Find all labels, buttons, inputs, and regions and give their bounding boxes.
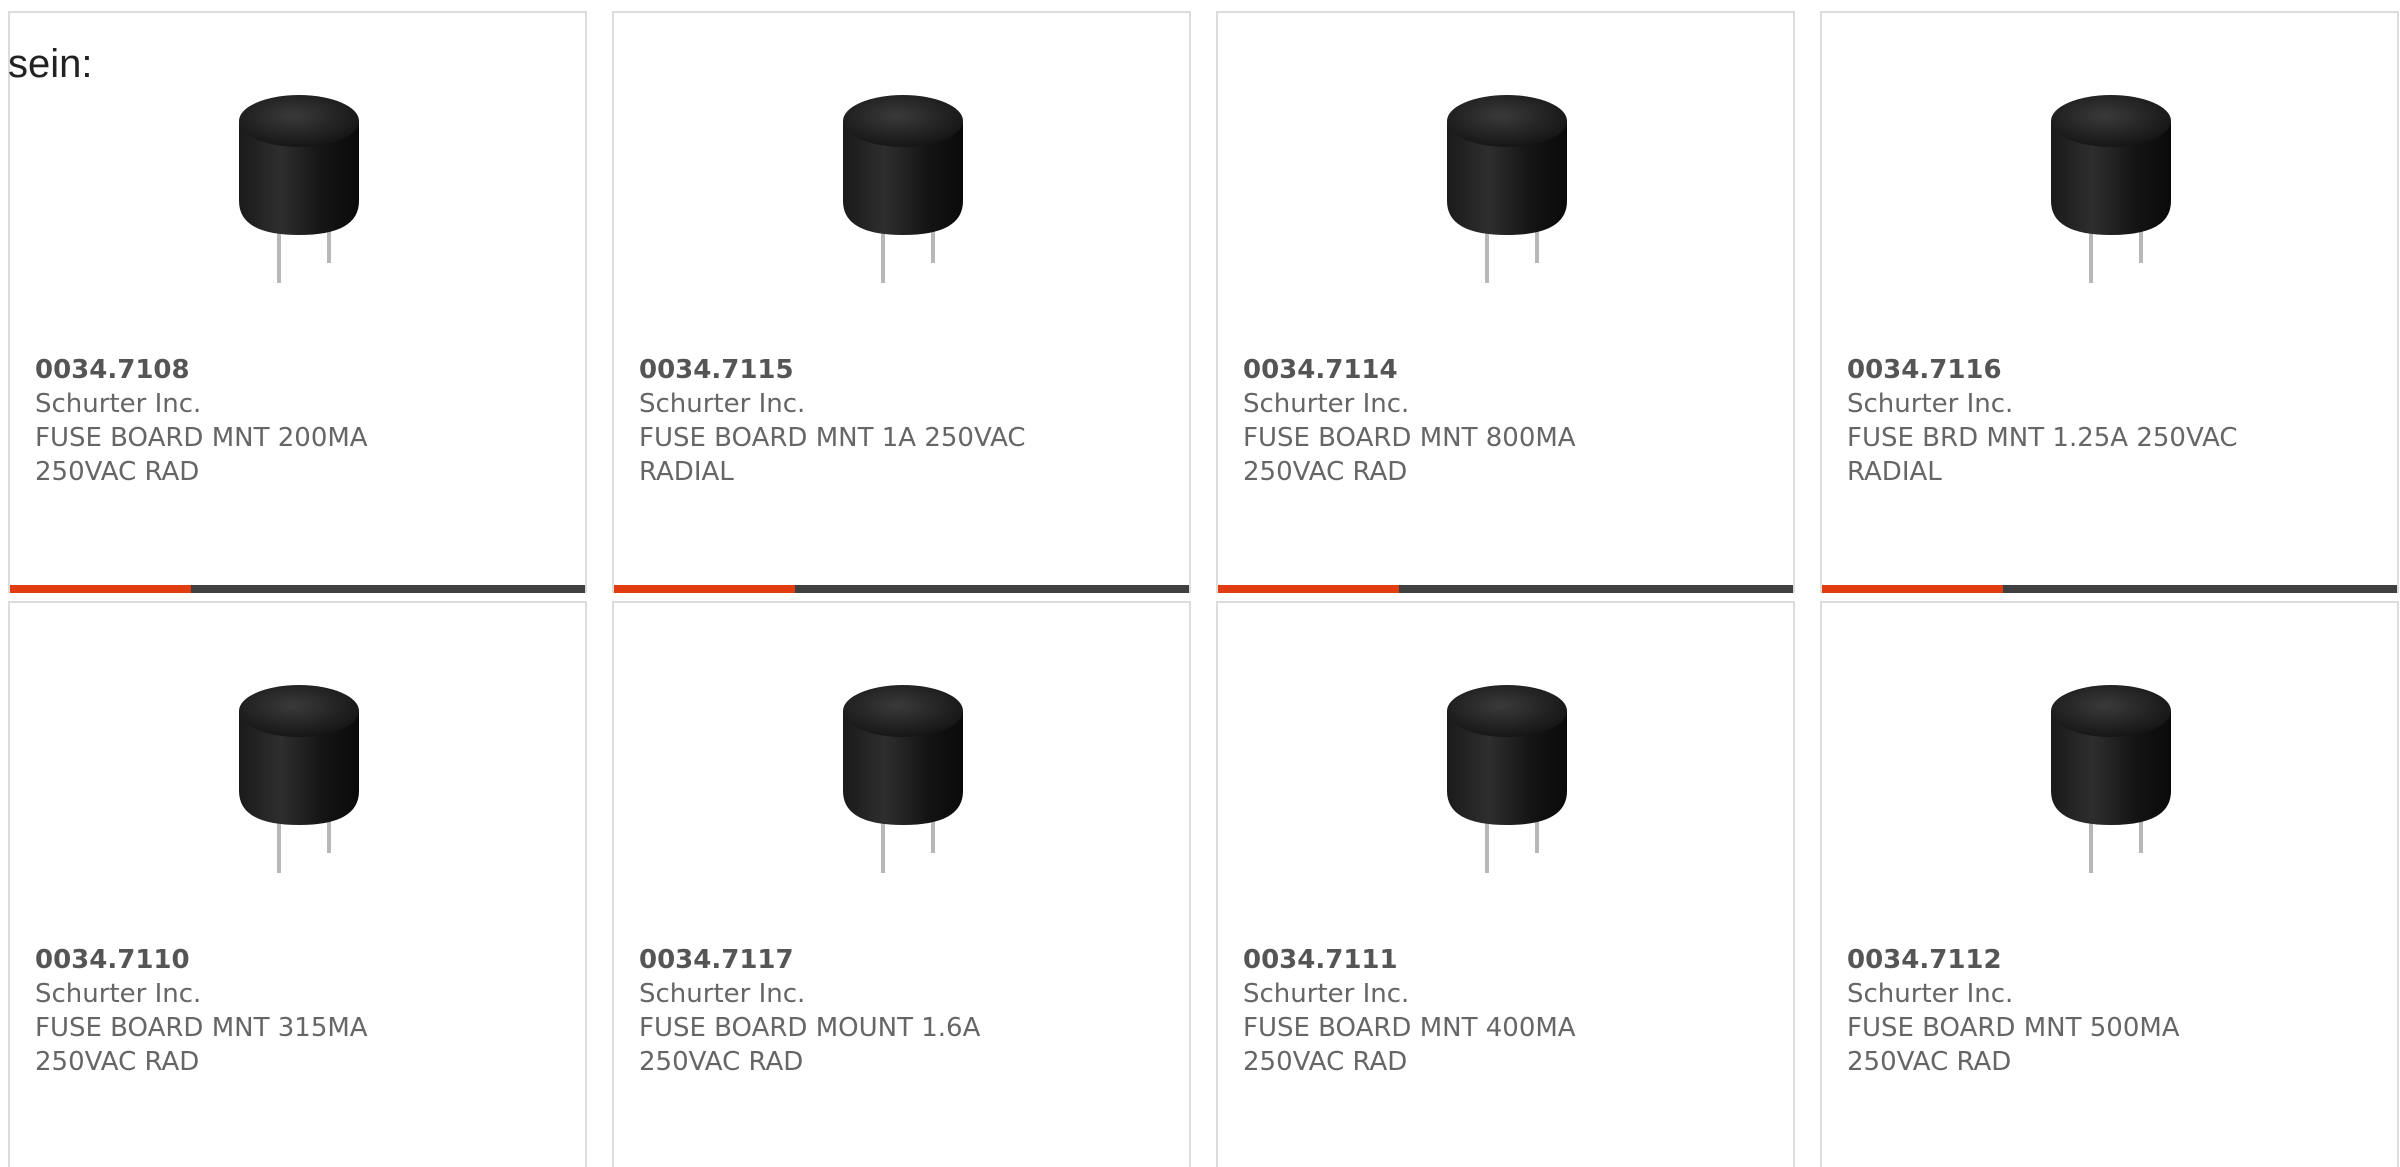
product-info: 0034.7115 Schurter Inc. FUSE BOARD MNT 1…: [639, 353, 1059, 489]
product-grid: 0034.7108 Schurter Inc. FUSE BOARD MNT 2…: [8, 11, 2399, 1167]
product-description: FUSE BOARD MOUNT 1.6A 250VAC RAD: [639, 1013, 981, 1077]
radial-fuse-icon: [1447, 95, 1567, 283]
part-number-link[interactable]: 0034.7115: [639, 353, 1059, 387]
product-description: FUSE BOARD MNT 1A 250VAC RADIAL: [639, 423, 1026, 487]
part-number-link[interactable]: 0034.7112: [1847, 943, 2267, 977]
product-card[interactable]: 0034.7114 Schurter Inc. FUSE BOARD MNT 8…: [1216, 11, 1795, 593]
product-description: FUSE BOARD MNT 315MA 250VAC RAD: [35, 1013, 368, 1077]
product-info: 0034.7117 Schurter Inc. FUSE BOARD MOUNT…: [639, 943, 1059, 1079]
card-footer-accent: [10, 585, 192, 593]
product-description: FUSE BOARD MNT 200MA 250VAC RAD: [35, 423, 368, 487]
card-footer-bar: [10, 585, 585, 593]
radial-fuse-image[interactable]: [1405, 673, 1610, 883]
product-card[interactable]: 0034.7112 Schurter Inc. FUSE BOARD MNT 5…: [1820, 601, 2399, 1167]
product-listing-page: sein: 0034.7108 Schurter Inc. FUSE BOARD…: [0, 0, 2400, 1167]
radial-fuse-icon: [2051, 95, 2171, 283]
product-info: 0034.7116 Schurter Inc. FUSE BRD MNT 1.2…: [1847, 353, 2267, 489]
radial-fuse-icon: [1447, 685, 1567, 873]
product-info: 0034.7110 Schurter Inc. FUSE BOARD MNT 3…: [35, 943, 455, 1079]
manufacturer-label: Schurter Inc.: [1243, 979, 1410, 1009]
card-footer-accent: [1218, 585, 1400, 593]
part-number-link[interactable]: 0034.7116: [1847, 353, 2267, 387]
card-footer-bar: [1218, 585, 1793, 593]
product-description: FUSE BOARD MNT 800MA 250VAC RAD: [1243, 423, 1576, 487]
radial-fuse-image[interactable]: [197, 673, 402, 883]
card-footer-accent: [1822, 585, 2004, 593]
radial-fuse-icon: [239, 685, 359, 873]
part-number-link[interactable]: 0034.7110: [35, 943, 455, 977]
product-card[interactable]: 0034.7117 Schurter Inc. FUSE BOARD MOUNT…: [612, 601, 1191, 1167]
product-info: 0034.7112 Schurter Inc. FUSE BOARD MNT 5…: [1847, 943, 2267, 1079]
product-info: 0034.7114 Schurter Inc. FUSE BOARD MNT 8…: [1243, 353, 1663, 489]
manufacturer-label: Schurter Inc.: [1847, 979, 2014, 1009]
radial-fuse-icon: [2051, 685, 2171, 873]
manufacturer-label: Schurter Inc.: [639, 389, 806, 419]
product-description: FUSE BOARD MNT 400MA 250VAC RAD: [1243, 1013, 1576, 1077]
radial-fuse-icon: [239, 95, 359, 283]
product-info: 0034.7108 Schurter Inc. FUSE BOARD MNT 2…: [35, 353, 455, 489]
product-card[interactable]: 0034.7110 Schurter Inc. FUSE BOARD MNT 3…: [8, 601, 587, 1167]
intro-text: sein:: [8, 42, 93, 86]
radial-fuse-image[interactable]: [2009, 83, 2214, 293]
manufacturer-label: Schurter Inc.: [1243, 389, 1410, 419]
product-info: 0034.7111 Schurter Inc. FUSE BOARD MNT 4…: [1243, 943, 1663, 1079]
product-card[interactable]: 0034.7116 Schurter Inc. FUSE BRD MNT 1.2…: [1820, 11, 2399, 593]
radial-fuse-image[interactable]: [801, 673, 1006, 883]
manufacturer-label: Schurter Inc.: [35, 389, 202, 419]
product-card[interactable]: 0034.7108 Schurter Inc. FUSE BOARD MNT 2…: [8, 11, 587, 593]
radial-fuse-image[interactable]: [2009, 673, 2214, 883]
radial-fuse-icon: [843, 685, 963, 873]
manufacturer-label: Schurter Inc.: [639, 979, 806, 1009]
card-footer-accent: [614, 585, 796, 593]
product-card[interactable]: 0034.7115 Schurter Inc. FUSE BOARD MNT 1…: [612, 11, 1191, 593]
product-description: FUSE BOARD MNT 500MA 250VAC RAD: [1847, 1013, 2180, 1077]
part-number-link[interactable]: 0034.7114: [1243, 353, 1663, 387]
manufacturer-label: Schurter Inc.: [1847, 389, 2014, 419]
radial-fuse-icon: [843, 95, 963, 283]
radial-fuse-image[interactable]: [197, 83, 402, 293]
radial-fuse-image[interactable]: [801, 83, 1006, 293]
part-number-link[interactable]: 0034.7117: [639, 943, 1059, 977]
part-number-link[interactable]: 0034.7111: [1243, 943, 1663, 977]
manufacturer-label: Schurter Inc.: [35, 979, 202, 1009]
part-number-link[interactable]: 0034.7108: [35, 353, 455, 387]
product-card[interactable]: 0034.7111 Schurter Inc. FUSE BOARD MNT 4…: [1216, 601, 1795, 1167]
card-footer-bar: [614, 585, 1189, 593]
card-footer-bar: [1822, 585, 2397, 593]
product-description: FUSE BRD MNT 1.25A 250VAC RADIAL: [1847, 423, 2238, 487]
radial-fuse-image[interactable]: [1405, 83, 1610, 293]
